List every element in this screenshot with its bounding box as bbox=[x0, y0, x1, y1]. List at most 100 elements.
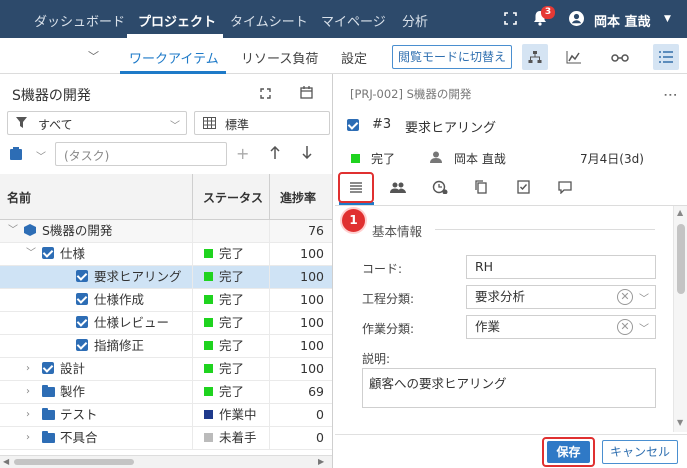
horizontal-scrollbar[interactable]: ◀ ▶ bbox=[0, 455, 332, 468]
folder-icon bbox=[42, 408, 55, 420]
checkbox-icon[interactable] bbox=[76, 270, 88, 282]
expand-chevron-icon[interactable]: › bbox=[26, 427, 30, 449]
table-row[interactable]: › テスト 作業中 0 bbox=[0, 404, 332, 427]
table-row[interactable]: ﹀ 仕様 完了 100 bbox=[0, 243, 332, 266]
tab-members-icon[interactable] bbox=[385, 172, 411, 202]
add-icon[interactable]: + bbox=[236, 144, 249, 163]
filter-select[interactable]: すべて ﹀ bbox=[7, 111, 187, 135]
user-avatar-icon[interactable] bbox=[569, 11, 584, 29]
status-color-square bbox=[204, 410, 213, 419]
expand-chevron-icon[interactable]: › bbox=[26, 358, 30, 380]
status-color-square bbox=[204, 364, 213, 373]
clear-icon[interactable]: ✕ bbox=[617, 289, 633, 305]
status-color-square bbox=[204, 249, 213, 258]
code-field[interactable]: RH bbox=[466, 255, 656, 279]
task-input[interactable]: (タスク) bbox=[55, 142, 227, 166]
expand-chevron-icon[interactable]: › bbox=[26, 381, 30, 403]
process-category-select[interactable]: 要求分析 ✕ ﹀ bbox=[466, 285, 656, 309]
tab-settings[interactable]: 設定 bbox=[341, 48, 367, 67]
column-header-status[interactable]: ステータス bbox=[192, 174, 269, 220]
column-header-name[interactable]: 名前 bbox=[0, 174, 192, 220]
row-name: 不具合 bbox=[60, 430, 98, 445]
table-row[interactable]: ﹀ S機器の開発 76 bbox=[0, 220, 332, 243]
checkbox-icon[interactable] bbox=[42, 247, 54, 259]
checkbox-icon[interactable] bbox=[76, 316, 88, 328]
basic-info-tab-highlight bbox=[338, 172, 374, 203]
tab-work-items[interactable]: ワークアイテム bbox=[129, 48, 219, 67]
row-name: 仕様作成 bbox=[94, 292, 145, 307]
table-row[interactable]: › 設計 完了 100 bbox=[0, 358, 332, 381]
tab-copy-icon[interactable] bbox=[468, 172, 494, 202]
table-row[interactable]: 指摘修正 完了 100 bbox=[0, 335, 332, 358]
chevron-down-icon[interactable]: ﹀ bbox=[639, 289, 649, 311]
cancel-button[interactable]: キャンセル bbox=[602, 440, 678, 464]
table-row[interactable]: 要求ヒアリング 完了 100 bbox=[0, 266, 332, 289]
table-row[interactable]: › 不具合 未着手 0 bbox=[0, 427, 332, 450]
switch-view-mode-button[interactable]: 閲覧モードに切替え bbox=[392, 45, 512, 69]
row-status: 完了 bbox=[192, 381, 269, 404]
task-input-placeholder: (タスク) bbox=[64, 149, 110, 163]
notification-badge: 3 bbox=[541, 6, 555, 19]
expand-chevron-icon[interactable]: ﹀ bbox=[26, 243, 36, 265]
chart-icon[interactable] bbox=[561, 44, 587, 70]
clipboard-icon[interactable] bbox=[10, 147, 22, 163]
more-menu-icon[interactable]: ⋮ bbox=[662, 88, 678, 102]
type-chevron-icon[interactable]: ﹀ bbox=[36, 148, 46, 163]
project-icon bbox=[24, 224, 36, 236]
table-row[interactable]: 仕様作成 完了 100 bbox=[0, 289, 332, 312]
tab-resource-load[interactable]: リソース負荷 bbox=[241, 48, 318, 67]
row-name: 指摘修正 bbox=[94, 338, 145, 353]
checkbox-icon[interactable] bbox=[76, 293, 88, 305]
row-name: 製作 bbox=[60, 384, 86, 399]
checkbox-icon[interactable] bbox=[42, 362, 54, 374]
row-progress: 76 bbox=[269, 220, 324, 243]
nav-project[interactable]: プロジェクト bbox=[138, 11, 216, 30]
glasses-icon[interactable] bbox=[607, 44, 633, 70]
user-menu-chevron-icon[interactable]: ▼ bbox=[664, 14, 671, 24]
item-assignee[interactable]: 岡本 直哉 bbox=[454, 150, 506, 167]
nav-dashboard[interactable]: ダッシュボード bbox=[34, 11, 125, 30]
row-status: 完了 bbox=[192, 335, 269, 358]
nav-mypage[interactable]: マイページ bbox=[321, 11, 386, 30]
status-color-square bbox=[204, 433, 213, 442]
hierarchy-icon[interactable] bbox=[522, 44, 548, 70]
breadcrumb[interactable]: [PRJ-002] S機器の開発 bbox=[350, 86, 471, 102]
item-title[interactable]: 要求ヒアリング bbox=[405, 117, 496, 136]
row-name: テスト bbox=[60, 407, 98, 422]
expand-chevron-icon[interactable]: ﹀ bbox=[8, 220, 18, 242]
expand-chevron-icon[interactable]: › bbox=[26, 404, 30, 426]
row-status: 完了 bbox=[192, 289, 269, 312]
table-row[interactable]: › 製作 完了 69 bbox=[0, 381, 332, 404]
chevron-down-icon[interactable]: ﹀ bbox=[639, 319, 649, 341]
detail-tabs-divider bbox=[335, 205, 687, 206]
table-row[interactable]: 仕様レビュー 完了 100 bbox=[0, 312, 332, 335]
tab-checklist-icon[interactable] bbox=[510, 172, 536, 202]
item-due-date[interactable]: 7月4日(3d) bbox=[580, 150, 644, 167]
clear-icon[interactable]: ✕ bbox=[617, 319, 633, 335]
process-category-label: 工程分類: bbox=[362, 292, 415, 306]
description-textarea[interactable]: 顧客への要求ヒアリング bbox=[362, 368, 656, 408]
save-button[interactable]: 保存 bbox=[547, 441, 590, 463]
tab-schedule-icon[interactable] bbox=[427, 172, 453, 202]
detail-scrollbar[interactable]: ▲ ▼ bbox=[673, 206, 687, 432]
column-header-progress[interactable]: 進捗率 bbox=[269, 174, 332, 220]
item-complete-checkbox[interactable] bbox=[347, 119, 359, 131]
section-title: 基本情報 bbox=[372, 224, 423, 239]
move-down-icon[interactable] bbox=[302, 146, 312, 162]
user-name[interactable]: 岡本 直哉 bbox=[594, 11, 651, 30]
checkbox-icon[interactable] bbox=[76, 339, 88, 351]
nav-timesheet[interactable]: タイムシート bbox=[230, 11, 308, 30]
expand-icon[interactable] bbox=[260, 88, 271, 102]
item-status[interactable]: 完了 bbox=[371, 150, 395, 167]
view-select[interactable]: 標準 bbox=[194, 111, 330, 135]
nav-analysis[interactable]: 分析 bbox=[402, 11, 428, 30]
row-status: 完了 bbox=[192, 243, 269, 266]
collapse-chevron-icon[interactable]: ﹀ bbox=[88, 48, 99, 64]
work-category-select[interactable]: 作業 ✕ ﹀ bbox=[466, 315, 656, 339]
tab-comments-icon[interactable] bbox=[552, 172, 578, 202]
list-view-icon[interactable] bbox=[653, 44, 679, 70]
person-icon bbox=[430, 151, 442, 166]
calendar-icon[interactable] bbox=[300, 86, 313, 102]
move-up-icon[interactable] bbox=[270, 145, 280, 162]
fullscreen-icon[interactable] bbox=[504, 12, 517, 25]
